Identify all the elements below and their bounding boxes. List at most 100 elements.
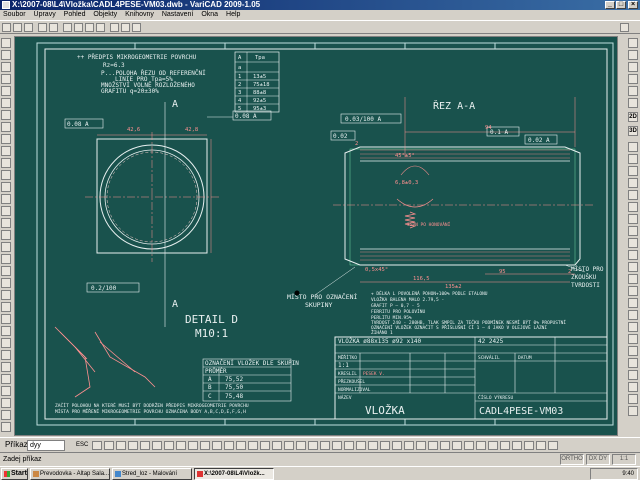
snap-hatch-icon[interactable] — [392, 441, 402, 450]
edit-text-icon[interactable] — [628, 274, 638, 284]
offset-icon[interactable] — [628, 190, 638, 200]
command-input[interactable]: dyy — [27, 440, 65, 451]
mode-2d-button[interactable]: 2D — [628, 112, 638, 122]
text-tool-icon[interactable] — [1, 134, 11, 144]
snap-grid-point-icon[interactable] — [296, 441, 306, 450]
properties-icon[interactable] — [132, 23, 141, 32]
snap-reset-icon[interactable] — [536, 441, 546, 450]
insert-image-icon[interactable] — [1, 266, 11, 276]
table-icon[interactable] — [1, 254, 11, 264]
snap-angle-icon[interactable] — [212, 441, 222, 450]
fillet-icon[interactable] — [628, 166, 638, 176]
snap-centre-icon[interactable] — [116, 441, 126, 450]
snap-weld-icon[interactable] — [464, 441, 474, 450]
linetype-icon[interactable] — [628, 334, 638, 344]
hatch-tool-icon[interactable] — [1, 122, 11, 132]
select-icon[interactable] — [628, 38, 638, 48]
move-icon[interactable] — [628, 50, 638, 60]
esc-button[interactable]: ESC — [76, 440, 88, 451]
weld-symbol-icon[interactable] — [1, 206, 11, 216]
menu-objekty[interactable]: Objekty — [90, 10, 120, 20]
leader-icon[interactable] — [1, 218, 11, 228]
snap-x-icon[interactable] — [320, 441, 330, 450]
minimize-button[interactable]: _ — [605, 1, 615, 9]
snap-image-icon[interactable] — [440, 441, 450, 450]
pan-icon[interactable] — [96, 23, 105, 32]
chamfer-icon[interactable] — [628, 178, 638, 188]
snap-endpoint-icon[interactable] — [92, 441, 102, 450]
zoom-out-icon[interactable] — [74, 23, 83, 32]
roughness-icon[interactable] — [1, 194, 11, 204]
edit-dim-icon[interactable] — [628, 286, 638, 296]
edit-hatch-icon[interactable] — [628, 298, 638, 308]
snap-polar-icon[interactable] — [200, 441, 210, 450]
dimension-tool-icon[interactable] — [1, 146, 11, 156]
snap-bom-icon[interactable] — [488, 441, 498, 450]
zoom-in-icon[interactable] — [63, 23, 72, 32]
array-icon[interactable] — [628, 226, 638, 236]
close-button[interactable]: × — [628, 1, 638, 9]
calc-icon[interactable] — [1, 422, 11, 432]
radius-dim-icon[interactable] — [1, 170, 11, 180]
snap-intersect-icon[interactable] — [1, 326, 11, 336]
redraw-icon[interactable] — [110, 23, 119, 32]
snap-vertical-icon[interactable] — [236, 441, 246, 450]
dxdy-toggle[interactable]: DX DY — [586, 454, 610, 465]
snap-intersection-icon[interactable] — [128, 441, 138, 450]
snap-track-icon[interactable] — [308, 441, 318, 450]
snap-block-icon[interactable] — [416, 441, 426, 450]
snap-y-icon[interactable] — [332, 441, 342, 450]
snap-parallel-icon[interactable] — [260, 441, 270, 450]
ungroup-icon[interactable] — [628, 370, 638, 380]
snap-tangency-icon[interactable] — [140, 441, 150, 450]
snap-center-line-icon[interactable] — [380, 441, 390, 450]
menu-help[interactable]: Help — [223, 10, 243, 20]
task-varicad[interactable]: X:\2007-08\L4\Vložk... — [194, 468, 274, 480]
export-icon[interactable] — [628, 406, 638, 416]
extend-icon[interactable] — [628, 154, 638, 164]
snap-leader-icon[interactable] — [476, 441, 486, 450]
polyline-tool-icon[interactable] — [1, 50, 11, 60]
undo-icon[interactable] — [38, 23, 47, 32]
snap-tangent-icon[interactable] — [1, 338, 11, 348]
help-icon[interactable] — [620, 23, 629, 32]
snap-dim-icon[interactable] — [404, 441, 414, 450]
snap-text-icon[interactable] — [368, 441, 378, 450]
task-paint[interactable]: Stred_loz - Malování — [112, 468, 192, 480]
menu-nastaveni[interactable]: Nastavení — [159, 10, 197, 20]
snap-end-icon[interactable] — [1, 290, 11, 300]
start-button[interactable]: Start — [1, 468, 28, 480]
snap-perpendicular-icon[interactable] — [1, 350, 11, 360]
snap-layer-icon[interactable] — [500, 441, 510, 450]
snap-quadrant-icon[interactable] — [176, 441, 186, 450]
explode-icon[interactable] — [628, 214, 638, 224]
rotate-icon[interactable] — [628, 74, 638, 84]
measure-icon[interactable] — [1, 398, 11, 408]
line-tool-icon[interactable] — [1, 38, 11, 48]
tolerance-icon[interactable] — [1, 182, 11, 192]
delete-icon[interactable] — [628, 250, 638, 260]
snap-horizontal-icon[interactable] — [248, 441, 258, 450]
layers-icon[interactable] — [121, 23, 130, 32]
snap-mode-icon[interactable] — [524, 441, 534, 450]
ortho-toggle[interactable]: ORTHO — [560, 454, 584, 465]
menu-upravy[interactable]: Úpravy — [31, 10, 59, 20]
snap-arc-icon[interactable] — [344, 441, 354, 450]
menu-pohled[interactable]: Pohled — [61, 10, 89, 20]
snap-mid-icon[interactable] — [1, 302, 11, 312]
info-icon[interactable] — [1, 410, 11, 420]
snap-off-icon[interactable] — [1, 386, 11, 396]
print-icon[interactable] — [628, 394, 638, 404]
drawing-canvas[interactable]: ++ PŘEDPIS MIKROGEOMETRIE POVRCHU Rz=6.3… — [14, 36, 618, 436]
angular-dim-icon[interactable] — [1, 158, 11, 168]
snap-cursor-icon[interactable] — [284, 441, 294, 450]
snap-perp-icon[interactable] — [152, 441, 162, 450]
snap-point-icon[interactable] — [1, 278, 11, 288]
rectangle-tool-icon[interactable] — [1, 98, 11, 108]
undelete-icon[interactable] — [628, 262, 638, 272]
snap-filter-icon[interactable] — [512, 441, 522, 450]
menu-knihovny[interactable]: Knihovny — [122, 10, 157, 20]
menu-okna[interactable]: Okna — [198, 10, 221, 20]
mode-3d-button[interactable]: 3D — [628, 126, 638, 136]
open-file-icon[interactable] — [13, 23, 22, 32]
